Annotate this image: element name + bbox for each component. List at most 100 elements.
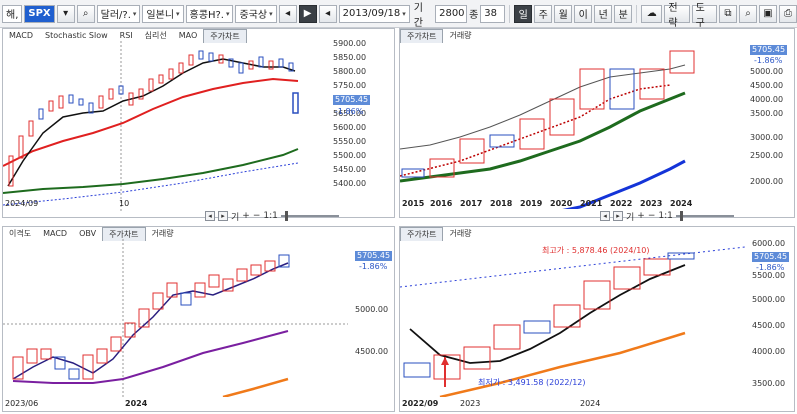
current-price-tag: 5705.45 xyxy=(333,95,371,105)
divider xyxy=(636,4,638,23)
interval-minute-button[interactable]: 분 xyxy=(614,4,633,23)
save-button[interactable]: ▣ xyxy=(759,4,777,23)
current-price-tag: 5705.45 xyxy=(750,45,788,55)
weekly-price-chart[interactable] xyxy=(400,237,745,397)
current-price-tag: 5705.45 xyxy=(752,252,790,262)
low-annotation: 최저가 : 3,491.58 (2022/12) xyxy=(478,378,586,387)
chevron-down-icon: ▾ xyxy=(132,9,137,18)
interval-week-button[interactable]: 주 xyxy=(534,4,553,23)
window-label[interactable]: 해, xyxy=(2,4,23,23)
tools-button[interactable]: 도구 xyxy=(691,3,717,29)
interval-month-button[interactable]: 월 xyxy=(554,4,573,23)
x-label: 2023 xyxy=(460,399,481,408)
index-select-2[interactable]: 일본니 ▾ xyxy=(142,4,184,23)
y-tick: 4500.00 xyxy=(355,347,389,356)
cloud-icon: ☁ xyxy=(646,8,657,19)
symbol-input[interactable]: SPX xyxy=(24,4,55,23)
y-tick: 5450.00 xyxy=(333,165,367,174)
daily-chart-panel: MACD Stochastic Slow RSI 심리선 MAO 주가차트 59… xyxy=(2,28,395,218)
strategy-button[interactable]: 전략 xyxy=(664,3,690,29)
y-tick: 6000.00 xyxy=(752,239,786,248)
y-tick: 3500.00 xyxy=(752,379,786,388)
daily-y-axis: 5900.00 5850.00 5800.00 5750.00 5650.00 … xyxy=(333,39,393,209)
cloud-button[interactable]: ☁ xyxy=(641,4,663,23)
divider xyxy=(509,4,511,23)
copy-button[interactable]: ⧉ xyxy=(719,4,737,23)
ma-long-line xyxy=(3,148,299,194)
symbol-dropdown-button[interactable]: ▾ xyxy=(56,4,75,23)
x-label: 2022/09 xyxy=(402,399,439,408)
index-select-4[interactable]: 중국상 ▾ xyxy=(235,4,277,23)
next-icon[interactable]: ▸ xyxy=(613,211,623,221)
up-arrow-icon xyxy=(441,357,449,365)
print-icon: ⎙ xyxy=(784,8,792,19)
copy-icon: ⧉ xyxy=(724,8,732,19)
prev-button[interactable]: ◂ xyxy=(278,4,297,23)
weekly-y-axis: 6000.00 5705.45 -1.86% 5500.00 5000.00 4… xyxy=(752,239,794,399)
ratio-label: 1:1 xyxy=(263,211,278,221)
y-tick: 3500.00 xyxy=(750,109,784,118)
y-tick: 5550.00 xyxy=(333,137,367,146)
zoom-in-icon[interactable]: + xyxy=(242,211,250,221)
index-select-3[interactable]: 홍콩H?. ▾ xyxy=(185,4,234,23)
zoom-out-icon[interactable]: − xyxy=(253,211,261,221)
y-tick: 2000.00 xyxy=(750,177,784,186)
zoom-out-icon[interactable]: − xyxy=(648,211,656,221)
x-label: 2021 xyxy=(580,199,603,208)
x-label: 2023/06 xyxy=(5,399,39,408)
play-icon: ▶ xyxy=(303,8,312,19)
chevron-down-icon: ▾ xyxy=(225,9,230,18)
daily-candles xyxy=(8,50,299,187)
step-back-icon: ◂ xyxy=(325,8,331,19)
period-label: 기간 xyxy=(413,2,423,29)
x-label: 2015 xyxy=(402,199,425,208)
interval-day-button[interactable]: 일 xyxy=(514,4,533,23)
yearly-y-axis: 5705.45 -1.86% 5000.00 4500.00 4000.00 3… xyxy=(750,45,794,205)
search-button-2[interactable]: ⌕ xyxy=(739,4,757,23)
prev-icon[interactable]: ◂ xyxy=(600,211,610,221)
ma-short-line xyxy=(409,264,686,364)
ma-short-line xyxy=(7,58,296,187)
monthly-price-chart[interactable] xyxy=(3,239,348,397)
zoom-in-icon[interactable]: + xyxy=(637,211,645,221)
search-icon: ⌕ xyxy=(82,8,89,19)
y-tick: 5400.00 xyxy=(333,179,367,188)
x-label: 2024/09 xyxy=(5,199,39,208)
high-annotation: 최고가 : 5,878.46 (2024/10) xyxy=(542,246,650,255)
yearly-chart-panel: 주가차트 거래량 5705.45 -1.86% 5000.00 4500.00 … xyxy=(399,28,795,218)
y-tick: 4500.00 xyxy=(750,81,784,90)
date-input[interactable]: 2013/09/18 ▾ xyxy=(338,4,410,23)
x-label: 2024 xyxy=(580,399,601,408)
ratio-label: 1:1 xyxy=(658,211,673,221)
zoom-slider[interactable] xyxy=(675,211,734,221)
count-input[interactable]: 38 xyxy=(480,4,506,23)
y-tick: 5500.00 xyxy=(752,271,786,280)
yearly-price-chart[interactable] xyxy=(400,41,742,209)
weekly-candles xyxy=(403,252,695,380)
daily-scroll-controls: ◂ ▸ 기 + − 1:1 xyxy=(205,210,339,223)
print-button[interactable]: ⎙ xyxy=(779,4,797,23)
y-tick: 5900.00 xyxy=(333,39,367,48)
daily-price-chart[interactable] xyxy=(3,41,323,211)
search-button[interactable]: ⌕ xyxy=(76,4,95,23)
prev-icon[interactable]: ◂ xyxy=(205,211,215,221)
x-label: 2016 xyxy=(430,199,453,208)
scroll-label: 기 xyxy=(626,212,635,223)
interval-other-button[interactable]: 이 xyxy=(574,4,593,23)
monthly-x-axis: 2023/06 2024 xyxy=(3,399,348,411)
x-label: 2018 xyxy=(490,199,513,208)
weekly-chart-panel: 주가차트 거래량 최고가 : 5,878.46 (2024/10) 최저가 : … xyxy=(399,226,795,412)
index-select-1[interactable]: 달러/?. ▾ xyxy=(96,4,141,23)
play-button[interactable]: ▶ xyxy=(298,4,317,23)
change-percent: -1.86% xyxy=(754,56,783,65)
y-tick: 5800.00 xyxy=(333,67,367,76)
zoom-slider[interactable] xyxy=(280,211,339,221)
interval-year-button[interactable]: 년 xyxy=(594,4,613,23)
y-tick: 5000.00 xyxy=(752,295,786,304)
step-back-button[interactable]: ◂ xyxy=(318,4,337,23)
next-icon[interactable]: ▸ xyxy=(218,211,228,221)
period-input[interactable]: 2800 xyxy=(435,4,468,23)
ma-orange-line xyxy=(222,377,289,397)
yearly-candles xyxy=(401,50,695,178)
yearly-scroll-controls: ◂ ▸ 기 + − 1:1 xyxy=(600,210,734,223)
